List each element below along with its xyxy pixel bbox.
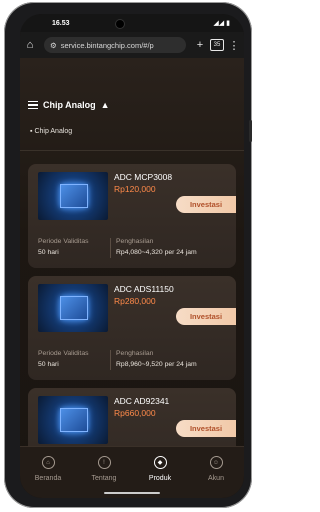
product-name: ADC ADS11150 xyxy=(114,284,174,294)
page-header: Chip Analog ▲ xyxy=(28,100,110,110)
invest-button[interactable]: Investasi xyxy=(176,308,236,325)
period-value: 50 hari xyxy=(38,249,59,256)
address-bar[interactable]: ⚙ service.bintangchip.com/#/p xyxy=(44,37,186,53)
period-block: Periode Validitas 50 hari xyxy=(38,238,89,256)
page-content: Chip Analog ▲ ▪ Chip Analog ADC MCP3008 … xyxy=(20,58,244,498)
signal-icon: ◢◢ xyxy=(213,20,225,27)
home-browser-icon[interactable]: ⌂ xyxy=(20,39,40,51)
nav-label: Produk xyxy=(148,475,172,482)
income-value: Rp8,960~9,520 per 24 jam xyxy=(116,361,197,368)
divider xyxy=(20,150,244,151)
invest-button[interactable]: Investasi xyxy=(176,420,236,437)
product-image xyxy=(38,284,108,332)
product-price: Rp280,000 xyxy=(114,296,156,306)
income-label: Penghasilan xyxy=(116,350,154,357)
nav-item-beranda[interactable]: ⌂ Beranda xyxy=(20,447,76,498)
home-indicator xyxy=(104,492,160,494)
income-value: Rp4,080~4,320 per 24 jam xyxy=(116,249,197,256)
status-bar: 16.53 ◢◢ ▮ xyxy=(20,14,244,32)
product-card[interactable]: ADC ADS11150 Rp280,000 Investasi Periode… xyxy=(28,276,236,380)
invest-button[interactable]: Investasi xyxy=(176,196,236,213)
url-text: service.bintangchip.com/#/p xyxy=(60,40,154,50)
product-price: Rp660,000 xyxy=(114,408,156,418)
product-image xyxy=(38,172,108,220)
nav-label: Beranda xyxy=(34,475,62,482)
product-price: Rp120,000 xyxy=(114,184,156,194)
income-block: Penghasilan Rp4,080~4,320 per 24 jam xyxy=(116,238,197,256)
nav-item-produk[interactable]: ◆ Produk xyxy=(132,447,188,498)
nav-item-tentang[interactable]: ! Tentang xyxy=(76,447,132,498)
nav-label: Akun xyxy=(208,475,224,482)
product-card[interactable]: ADC MCP3008 Rp120,000 Investasi Periode … xyxy=(28,164,236,268)
bottom-nav: ⌂ Beranda ! Tentang ◆ Produk ☺ Akun xyxy=(20,446,244,498)
period-block: Periode Validitas 50 hari xyxy=(38,350,89,368)
breadcrumb-label: Chip Analog xyxy=(34,128,73,135)
product-image xyxy=(38,396,108,444)
phone-frame: 16.53 ◢◢ ▮ ⌂ ⚙ service.bintangchip.com/#… xyxy=(4,2,252,508)
tab-count-button[interactable]: 35 xyxy=(210,39,224,51)
browser-toolbar: ⌂ ⚙ service.bintangchip.com/#/p + 35 ⋮ xyxy=(20,32,244,58)
caret-up-icon[interactable]: ▲ xyxy=(101,100,110,110)
period-label: Periode Validitas xyxy=(38,350,89,357)
menu-icon[interactable] xyxy=(28,101,38,109)
site-settings-icon[interactable]: ⚙ xyxy=(50,41,57,50)
bullet-icon: ▪ xyxy=(30,128,33,135)
status-time: 16.53 xyxy=(52,20,70,27)
period-label: Periode Validitas xyxy=(38,238,89,245)
divider xyxy=(110,238,111,258)
info-icon: ! xyxy=(97,456,111,469)
screen: 16.53 ◢◢ ▮ ⌂ ⚙ service.bintangchip.com/#… xyxy=(20,14,244,498)
home-icon: ⌂ xyxy=(41,456,55,469)
new-tab-icon[interactable]: + xyxy=(190,39,210,51)
page-title: Chip Analog xyxy=(43,100,96,110)
breadcrumb: ▪ Chip Analog xyxy=(30,128,72,135)
box-icon: ◆ xyxy=(153,456,167,469)
period-value: 50 hari xyxy=(38,361,59,368)
volume-button xyxy=(249,120,252,142)
more-menu-icon[interactable]: ⋮ xyxy=(224,39,244,52)
nav-label: Tentang xyxy=(91,475,117,482)
divider xyxy=(110,350,111,370)
income-block: Penghasilan Rp8,960~9,520 per 24 jam xyxy=(116,350,197,368)
status-icons: ◢◢ ▮ xyxy=(213,19,230,27)
income-label: Penghasilan xyxy=(116,238,154,245)
nav-item-akun[interactable]: ☺ Akun xyxy=(188,447,244,498)
user-icon: ☺ xyxy=(209,456,223,469)
battery-icon: ▮ xyxy=(226,20,230,27)
camera-notch xyxy=(116,20,124,28)
product-name: ADC MCP3008 xyxy=(114,172,173,182)
product-name: ADC AD92341 xyxy=(114,396,170,406)
